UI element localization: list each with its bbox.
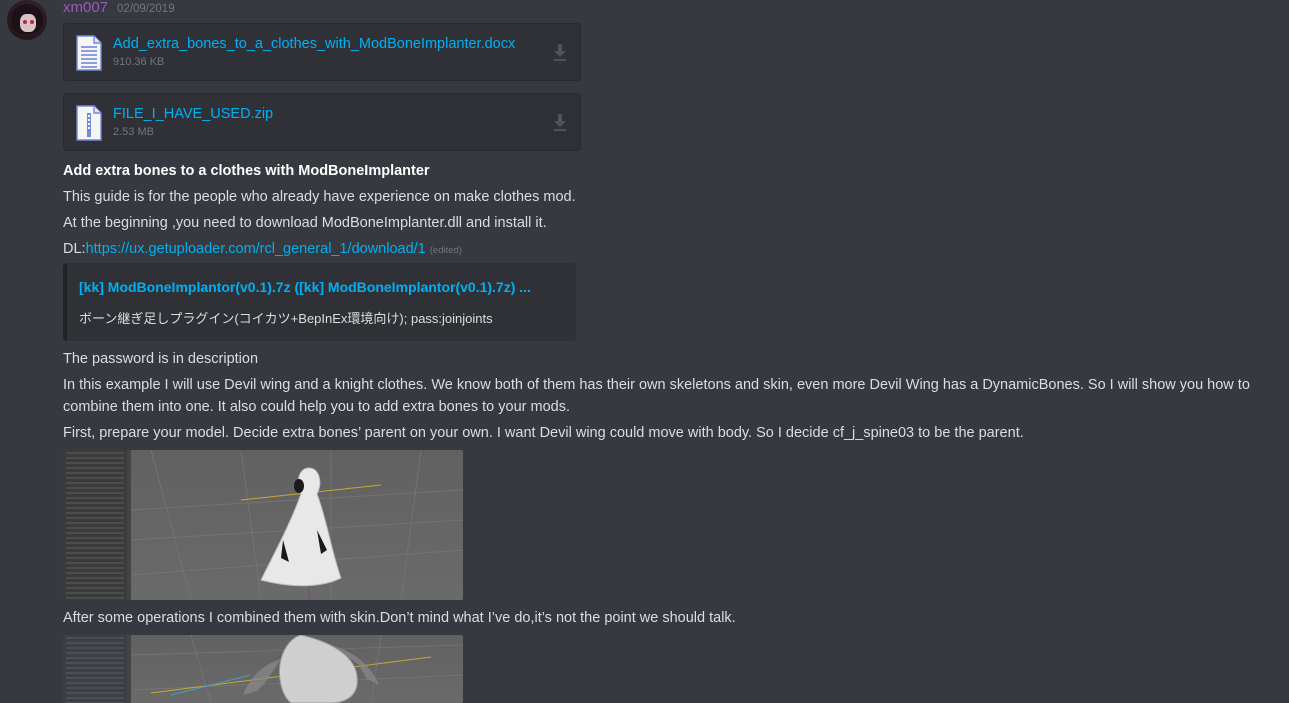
- avatar-eye: [30, 20, 34, 24]
- link-embed: [kk] ModBoneImplantor(v0.1).7z ([kk] Mod…: [63, 263, 576, 341]
- viewport: [131, 635, 463, 703]
- edited-label: (edited): [429, 245, 462, 256]
- message-text: At the beginning ,you need to download M…: [63, 215, 547, 231]
- download-icon[interactable]: [552, 112, 568, 132]
- message-header: xm007 02/09/2019: [63, 0, 175, 20]
- file-size: 910.36 KB: [113, 56, 165, 68]
- message-text: This guide is for the people who already…: [63, 189, 576, 205]
- screenshot-image[interactable]: [63, 450, 463, 600]
- avatar-eye: [23, 20, 27, 24]
- hierarchy-panel: [63, 635, 128, 703]
- model-render: [131, 635, 463, 703]
- timestamp: 02/09/2019: [117, 3, 175, 15]
- file-name-link[interactable]: FILE_I_HAVE_USED.zip: [113, 106, 273, 122]
- message-text: First, prepare your model. Decide extra …: [63, 425, 1024, 441]
- file-size: 2.53 MB: [113, 126, 154, 138]
- dl-prefix: DL:: [63, 241, 86, 257]
- hierarchy-rows: [66, 637, 124, 703]
- chat-message: xm007 02/09/2019 Add_extra_bones_to_a_cl…: [0, 0, 1289, 703]
- screenshot-image[interactable]: [63, 635, 463, 703]
- download-line: DL:https://ux.getuploader.com/rcl_genera…: [63, 238, 462, 262]
- file-attachment-docx: Add_extra_bones_to_a_clothes_with_ModBon…: [63, 23, 581, 81]
- embed-title-link[interactable]: [kk] ModBoneImplantor(v0.1).7z ([kk] Mod…: [79, 279, 531, 295]
- hierarchy-panel: [63, 450, 128, 600]
- message-text: After some operations I combined them wi…: [63, 610, 736, 626]
- viewport: [131, 450, 463, 600]
- username[interactable]: xm007: [63, 0, 108, 18]
- hierarchy-rows: [66, 452, 124, 600]
- guide-heading: Add extra bones to a clothes with ModBon…: [63, 163, 430, 179]
- message-text: The password is in description: [63, 351, 259, 367]
- avatar[interactable]: [7, 0, 47, 40]
- message-text: In this example I will use Devil wing an…: [63, 377, 1250, 415]
- document-file-icon: [76, 35, 102, 71]
- file-name-link[interactable]: Add_extra_bones_to_a_clothes_with_ModBon…: [113, 36, 515, 52]
- embed-description: ボーン継ぎ足しプラグイン(コイカツ+BepInEx環境向け); pass:joi…: [79, 311, 493, 326]
- download-icon[interactable]: [552, 42, 568, 62]
- archive-file-icon: [76, 105, 102, 141]
- file-attachment-zip: FILE_I_HAVE_USED.zip 2.53 MB: [63, 93, 581, 151]
- download-link[interactable]: https://ux.getuploader.com/rcl_general_1…: [86, 241, 426, 257]
- model-render: [131, 450, 463, 600]
